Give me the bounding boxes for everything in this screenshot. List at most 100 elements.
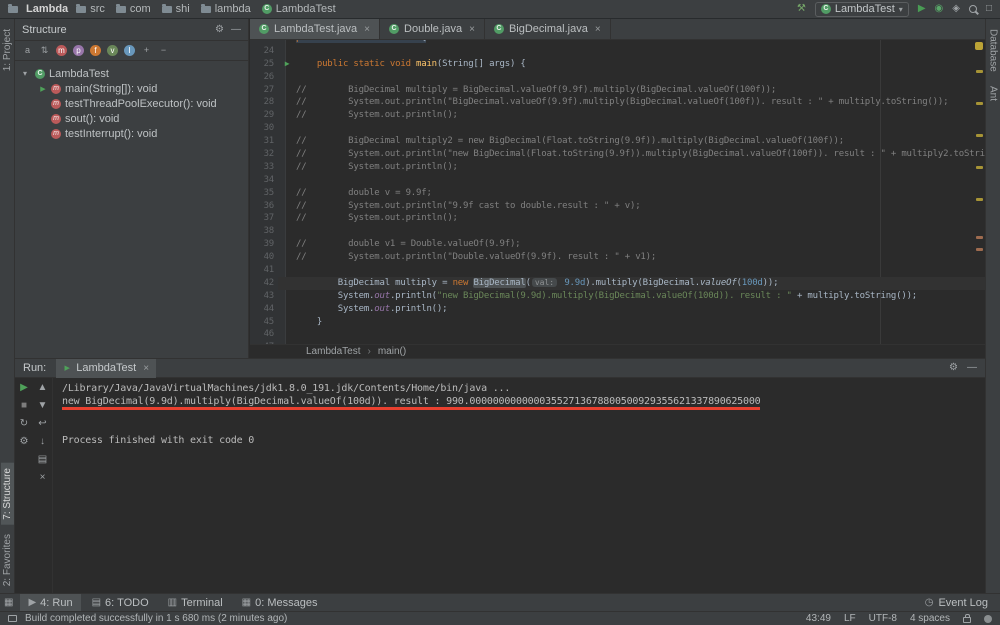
breadcrumb-item[interactable]: CLambdaTest [262, 3, 336, 15]
search-everywhere-icon[interactable] [969, 5, 977, 13]
tool-window-tab[interactable]: ▶4: Run [20, 594, 80, 612]
sort-alphabetically-icon[interactable]: a [22, 45, 33, 56]
status-widget[interactable]: LF [844, 613, 856, 624]
event-log-button[interactable]: ◷ Event Log [925, 597, 988, 609]
code-line[interactable]: 45 } [250, 316, 985, 329]
show-inherited-icon[interactable]: I [124, 45, 135, 56]
tool-stripe-button[interactable]: Database [987, 24, 1000, 77]
warning-stripe-mark[interactable] [976, 70, 983, 73]
editor-tab[interactable]: CLambdaTest.java× [250, 19, 380, 39]
scroll-to-end-icon[interactable]: ↓ [40, 437, 45, 447]
editor-tab[interactable]: CBigDecimal.java× [485, 19, 611, 39]
clear-all-icon[interactable]: × [40, 473, 46, 483]
code-line[interactable]: 37// System.out.println(); [250, 212, 985, 225]
settings-gear-icon[interactable]: ⚙ [20, 437, 29, 447]
code-line[interactable]: 44 System.out.println(); [250, 303, 985, 316]
tool-stripe-button[interactable]: Ant [987, 81, 1000, 106]
hide-panel-icon[interactable]: — [967, 363, 977, 373]
code-line[interactable]: 33// System.out.println(); [250, 161, 985, 174]
warning-stripe-mark[interactable] [976, 248, 983, 251]
code-line[interactable]: 30 [250, 122, 985, 135]
tool-window-tab[interactable]: ▤6: TODO [84, 594, 157, 612]
code-line[interactable]: 25▶ public static void main(String[] arg… [250, 58, 985, 71]
coverage-icon[interactable]: ◈ [952, 4, 960, 14]
code-line[interactable]: 39// double v1 = Double.valueOf(9.9f); [250, 238, 985, 251]
editor-tab[interactable]: CDouble.java× [380, 19, 485, 39]
status-message[interactable]: Build completed successfully in 1 s 680 … [25, 613, 287, 624]
notification-icon[interactable] [8, 615, 17, 622]
code-line[interactable]: 40// System.out.println("Double.valueOf(… [250, 251, 985, 264]
code-line[interactable]: 28// System.out.println("BigDecimal.valu… [250, 96, 985, 109]
rerun-icon[interactable]: ▶ [20, 383, 28, 393]
structure-item[interactable]: ▶mmain(String[]): void [15, 81, 248, 96]
status-widget[interactable]: 4 spaces [910, 613, 950, 624]
structure-item[interactable]: ▶mtestThreadPoolExecutor(): void [15, 96, 248, 111]
down-stack-trace-icon[interactable]: ▼ [38, 401, 48, 411]
warning-stripe-mark[interactable] [976, 166, 983, 169]
print-icon[interactable]: ▤ [38, 455, 47, 465]
code-line[interactable]: 46 [250, 328, 985, 341]
run-line-icon[interactable]: ▶ [285, 59, 290, 68]
code-line[interactable]: 43 System.out.println("new BigDecimal(9.… [250, 290, 985, 303]
run-config-combo[interactable]: C LambdaTest ▾ [815, 2, 909, 17]
code-line[interactable]: 32// System.out.println("new BigDecimal(… [250, 148, 985, 161]
code-line[interactable]: 34 [250, 174, 985, 187]
code-line[interactable]: 41 [250, 264, 985, 277]
show-properties-icon[interactable]: p [73, 45, 84, 56]
status-widget[interactable]: UTF-8 [869, 613, 897, 624]
tool-stripe-button[interactable]: 1: Project [1, 24, 14, 76]
code-line[interactable]: 27// BigDecimal multiply = BigDecimal.va… [250, 84, 985, 97]
up-stack-trace-icon[interactable]: ▲ [38, 383, 48, 393]
structure-item[interactable]: ▶mtestInterrupt(): void [15, 126, 248, 141]
breadcrumb-item[interactable]: src [76, 3, 105, 15]
tool-window-tab[interactable]: ▦0: Messages [234, 594, 326, 612]
expand-arrow-icon[interactable]: ▾ [23, 69, 31, 78]
settings-gear-icon[interactable]: ⚙ [949, 363, 958, 373]
hide-panel-icon[interactable]: — [231, 25, 241, 35]
code-line[interactable]: 36// System.out.println("9.9f cast to do… [250, 200, 985, 213]
code-line[interactable]: 42 BigDecimal multiply = new BigDecimal(… [250, 277, 985, 290]
tool-window-tab[interactable]: ▥Terminal [160, 594, 231, 612]
show-methods-icon[interactable]: m [56, 45, 67, 56]
close-icon[interactable]: × [469, 24, 475, 35]
inspection-indicator[interactable] [975, 42, 983, 50]
breadcrumb-item[interactable]: lambda [201, 3, 251, 15]
breadcrumb-item[interactable]: main() [378, 346, 406, 357]
expand-all-icon[interactable]: + [141, 45, 152, 56]
tool-stripe-button[interactable]: 2: Favorites [1, 529, 14, 591]
warning-stripe-mark[interactable] [976, 236, 983, 239]
project-name[interactable]: Lambda [26, 3, 68, 15]
close-icon[interactable]: × [364, 24, 370, 35]
warning-stripe-mark[interactable] [976, 198, 983, 201]
close-icon[interactable]: × [143, 363, 149, 374]
tool-stripe-button[interactable]: 7: Structure [1, 463, 14, 525]
console-output[interactable]: /Library/Java/JavaVirtualMachines/jdk1.8… [53, 378, 985, 593]
warning-stripe-mark[interactable] [976, 102, 983, 105]
editor-viewport[interactable]: 23public class LambdaTest {2425▶ public … [250, 40, 985, 344]
breadcrumb-item[interactable]: LambdaTest [306, 346, 360, 357]
status-widget[interactable]: 43:49 [806, 613, 831, 624]
code-line[interactable]: 31// BigDecimal multiply2 = new BigDecim… [250, 135, 985, 148]
breadcrumb-item[interactable]: com [116, 3, 151, 15]
code-line[interactable]: 29// System.out.println(); [250, 109, 985, 122]
build-hammer-icon[interactable]: ⚒ [797, 4, 806, 14]
run-tab[interactable]: ▶ LambdaTest × [56, 359, 156, 378]
show-fields-icon[interactable]: f [90, 45, 101, 56]
code-line[interactable]: 38 [250, 225, 985, 238]
lock-icon[interactable] [963, 617, 971, 623]
warning-stripe-mark[interactable] [976, 134, 983, 137]
stop-icon[interactable]: ■ [21, 401, 27, 411]
hector-icon[interactable] [984, 615, 992, 623]
soft-wrap-icon[interactable]: ↩ [38, 419, 46, 429]
breadcrumb-item[interactable]: shi [162, 3, 190, 15]
collapse-all-icon[interactable]: − [158, 45, 169, 56]
code-line[interactable]: 47 [250, 341, 985, 344]
sort-by-visibility-icon[interactable]: ⇅ [39, 45, 50, 56]
debug-icon[interactable]: ◉ [935, 4, 944, 14]
close-icon[interactable]: × [595, 24, 601, 35]
code-line[interactable]: 35// double v = 9.9f; [250, 187, 985, 200]
run-icon[interactable]: ▶ [918, 4, 926, 14]
structure-item[interactable]: ▶msout(): void [15, 111, 248, 126]
code-line[interactable]: 24 [250, 45, 985, 58]
structure-root[interactable]: ▾CLambdaTest [15, 66, 248, 81]
